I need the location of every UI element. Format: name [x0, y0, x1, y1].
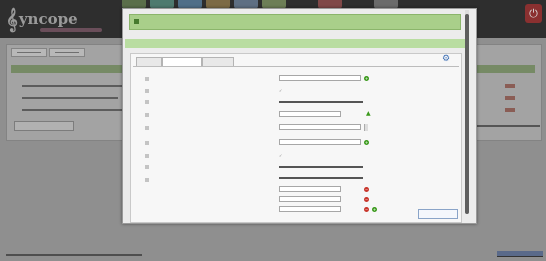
attribute-icon [145, 89, 149, 93]
table-row[interactable] [22, 85, 132, 87]
footer-text [6, 254, 142, 256]
attribute-icon [145, 126, 149, 130]
attribute-icon [145, 178, 149, 182]
delete-icon[interactable]: − [364, 197, 369, 202]
logo-text: yncope [18, 10, 78, 28]
attribute-field[interactable] [279, 139, 361, 145]
add-icon[interactable]: + [364, 76, 369, 81]
logo-swoosh [40, 28, 102, 32]
background-pager-text [477, 125, 540, 127]
delete-icon[interactable]: − [364, 187, 369, 192]
modal-header [129, 14, 461, 30]
warning-icon: ▲ [366, 110, 371, 117]
attribute-field[interactable] [279, 75, 361, 81]
list-value-field[interactable] [279, 186, 341, 192]
table-row[interactable] [22, 97, 118, 99]
checkbox[interactable]: ✓ [279, 153, 282, 158]
row-action-icons[interactable] [505, 108, 515, 112]
tab-divider [133, 66, 459, 67]
background-tab[interactable] [11, 48, 47, 57]
field-scrollbar[interactable] [364, 124, 368, 131]
checkbox[interactable]: ✓ [279, 88, 282, 93]
attribute-icon [145, 165, 149, 169]
add-icon[interactable]: + [364, 140, 369, 145]
list-value-field[interactable] [279, 196, 341, 202]
background-button[interactable] [14, 121, 74, 131]
row-action-icons[interactable] [505, 96, 515, 100]
attribute-value[interactable] [279, 101, 363, 103]
modal-scrollbar-thumb[interactable] [465, 14, 469, 214]
attribute-icon [145, 141, 149, 145]
user-icon [134, 19, 139, 24]
attribute-icon [145, 100, 149, 104]
gear-icon[interactable]: ⚙ [442, 55, 451, 64]
list-value-field[interactable] [279, 206, 341, 212]
attribute-icon [145, 154, 149, 158]
add-icon[interactable]: + [372, 207, 377, 212]
clef-icon: 𝄞 [6, 7, 18, 31]
delete-icon[interactable]: − [364, 207, 369, 212]
row-action-icons[interactable] [505, 84, 515, 88]
background-tab[interactable] [49, 48, 85, 57]
save-button[interactable] [418, 209, 458, 219]
attribute-field[interactable] [279, 124, 361, 130]
attribute-value[interactable] [279, 177, 363, 179]
edit-modal: ⚙ + ✓ ▲ + ✓ − − − + [122, 8, 477, 224]
footer-link[interactable] [497, 251, 543, 257]
logout-button[interactable]: ⏻ [525, 4, 542, 23]
attribute-value[interactable] [279, 166, 363, 168]
attribute-icon [145, 113, 149, 117]
section-bar [125, 39, 465, 48]
attribute-icon [145, 77, 149, 81]
modal-content: ⚙ + ✓ ▲ + ✓ − − − + [130, 53, 462, 223]
attribute-field[interactable] [279, 111, 341, 117]
